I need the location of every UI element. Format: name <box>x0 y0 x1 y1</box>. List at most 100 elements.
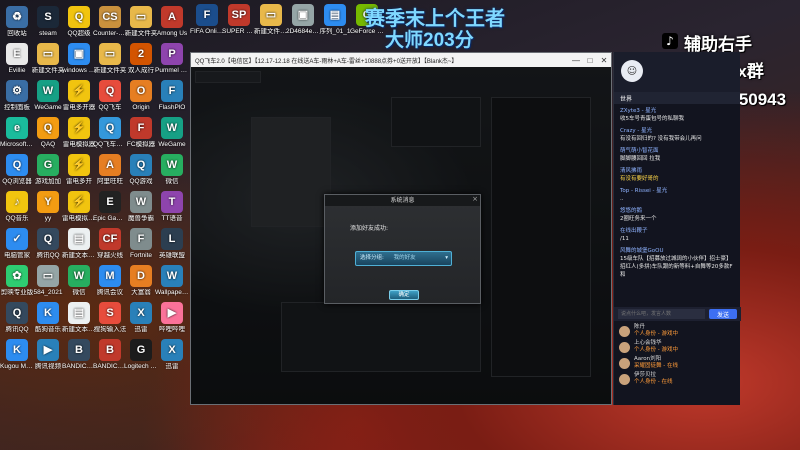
desktop-icon[interactable]: W 微信 <box>155 154 189 185</box>
desktop-icon[interactable]: Q QAQ <box>31 117 65 148</box>
viewer-row[interactable]: 伊莎贝拉 个人身份 - 在线 <box>614 371 741 387</box>
desktop-icon[interactable]: Q QQ浏览器 <box>0 154 34 185</box>
chat-username[interactable]: Top - Rissei - 星光 <box>620 187 734 195</box>
viewer-row[interactable]: 上心会钱华 个人身份 - 游戏中 <box>614 339 741 355</box>
desktop-icon[interactable]: K 酷狗音乐 <box>31 302 65 333</box>
desktop-icon[interactable]: ⚡ 雷电模拟器 <box>62 117 96 148</box>
desktop-icon[interactable]: Q QQ飞车 <box>93 80 127 111</box>
desktop-icon[interactable]: B BANDICAM <box>62 339 96 370</box>
close-button[interactable]: ✕ <box>597 53 611 67</box>
desktop-icon[interactable]: Q QQ超级 <box>62 6 96 37</box>
send-button[interactable]: 发送 <box>709 309 737 319</box>
desktop-icon[interactable]: ✿ 剪映专业版 <box>0 265 34 296</box>
group-select-label: 选择分组: <box>360 255 384 261</box>
group-select[interactable]: 选择分组: 我的好友 ▾ <box>355 251 452 266</box>
desktop-icon[interactable]: W 微信 <box>62 265 96 296</box>
minimize-button[interactable]: — <box>569 53 583 67</box>
desktop-icon[interactable]: A Among Us <box>155 6 189 37</box>
avatar[interactable]: ☺ <box>621 60 643 82</box>
desktop-icon[interactable]: ⚡ 雷电多开 <box>62 154 96 185</box>
app-icon: W <box>161 117 183 139</box>
desktop-icon[interactable]: 2 双人成行 <box>124 43 158 74</box>
desktop-icon[interactable]: F FC模拟器 <box>124 117 158 148</box>
desktop-icon[interactable]: Q 腾讯QQ <box>31 228 65 259</box>
desktop-icon[interactable]: M 腾讯会议 <box>93 265 127 296</box>
desktop-icon[interactable]: Q QQ飞车工具 <box>93 117 127 148</box>
desktop-icon[interactable]: B BANDICAM 4 <box>93 339 127 370</box>
group-select-value: 我的好友 <box>393 255 416 261</box>
desktop-icon[interactable]: Q QQ游戏 <box>124 154 158 185</box>
maximize-button[interactable]: □ <box>583 53 597 67</box>
app-icon: G <box>130 339 152 361</box>
desktop-icon-label: Counter-S Global Off... <box>93 30 127 37</box>
desktop-icon[interactable]: W Wallpaper Engine <box>155 265 189 296</box>
desktop-icon[interactable]: E Evillie <box>0 43 34 74</box>
chat-username[interactable]: 萌气萌小智花面 <box>620 147 734 155</box>
viewer-status: 个人身份 - 在线 <box>634 379 673 385</box>
desktop-icon[interactable]: D 大富翁 <box>124 265 158 296</box>
desktop-icon[interactable]: W 魔兽争霸 <box>124 191 158 222</box>
desktop-icon[interactable]: Ssteam <box>31 6 65 37</box>
chat-username[interactable]: 悠悠的鹅 <box>620 207 734 215</box>
desktop-icon-label: 腾讯QQ <box>5 326 29 333</box>
desktop-icon[interactable]: ♪ QQ音乐 <box>0 191 34 222</box>
desktop-icon-label: 大富翁 <box>131 289 151 296</box>
dialog-close-button[interactable]: × <box>472 195 478 203</box>
viewer-row[interactable]: Aaron刘阳 采耀固徒舞 - 在线 <box>614 355 741 371</box>
desktop-icon[interactable]: F Fortnite <box>124 228 158 259</box>
desktop-icon[interactable]: ⚙ 控制面板 <box>0 80 34 111</box>
desktop-icon-label: 搜狗输入法 <box>93 326 127 333</box>
desktop-icon[interactable]: G Logitech G HUB <box>124 339 158 370</box>
desktop-icon[interactable]: ▭ 新建文件夹 <box>93 43 127 74</box>
desktop-icon[interactable]: ▶ 哔哩哔哩 <box>155 302 189 333</box>
desktop-icon[interactable]: ▤ 新建文本文档 <box>62 228 96 259</box>
chat-username[interactable]: ZXyte3 - 星光 <box>620 107 734 115</box>
desktop-icon[interactable]: Yyy <box>31 191 65 222</box>
desktop-icon[interactable]: ▣ windows 照片查看器 <box>62 43 96 74</box>
desktop-icon[interactable]: E Epic Games Launcher <box>93 191 127 222</box>
chat-username[interactable]: 在线出鞭子 <box>620 227 734 235</box>
desktop-icon[interactable]: F FlashPlO <box>155 80 189 111</box>
desktop-icon[interactable]: A 阿里旺旺 <box>93 154 127 185</box>
desktop-icon[interactable]: L 英雄联盟 <box>155 228 189 259</box>
desktop-icon[interactable]: O Origin <box>124 80 158 111</box>
desktop-icon[interactable]: X 迅雷 <box>124 302 158 333</box>
desktop-icon[interactable]: ▤ 序列_01_1 <box>318 4 352 35</box>
desktop-icon[interactable]: ▭ 584_2021 <box>31 265 65 296</box>
app-icon: ▭ <box>37 265 59 287</box>
desktop-icon[interactable]: F FIFA Online4 <box>190 4 224 35</box>
desktop-icon[interactable]: e Microsoft Edge <box>0 117 34 148</box>
app-icon: ▶ <box>161 302 183 324</box>
desktop-icon[interactable]: G 游戏加加 <box>31 154 65 185</box>
desktop-icon[interactable]: ⚡ 雷电模拟器4 <box>62 191 96 222</box>
desktop-icon[interactable]: ▭ 新建文件夹 <box>31 43 65 74</box>
game-window-titlebar[interactable]: QQ飞车2.0【电信区】【12.17-12.18 在线送A车-雨林+A车-雷丝+… <box>191 53 611 67</box>
desktop-icon[interactable]: T TT语音 <box>155 191 189 222</box>
desktop-icon[interactable]: W WeGame <box>155 117 189 148</box>
desktop-icon[interactable]: ♻ 回收站 <box>0 6 34 37</box>
desktop-icon[interactable]: P Pummel Party <box>155 43 189 74</box>
desktop-icon[interactable]: ✓ 电脑管家 <box>0 228 34 259</box>
ok-button[interactable]: 确定 <box>389 290 419 300</box>
desktop-icon[interactable]: CF 穿越火线 <box>93 228 127 259</box>
desktop-icon[interactable]: ⚡ 雷电多开器 <box>62 80 96 111</box>
desktop-icon[interactable]: Q 腾讯QQ <box>0 302 34 333</box>
desktop-icon[interactable]: CS Counter-S Global Off... <box>93 6 127 37</box>
desktop-icon[interactable]: S 搜狗输入法 <box>93 302 127 333</box>
desktop-icon[interactable]: K Kugou Music <box>0 339 34 370</box>
chat-input[interactable] <box>618 309 705 319</box>
desktop-icon[interactable]: ▭ 新建文件夹 <box>124 6 158 37</box>
desktop-icon[interactable]: ▭ 新建文件夹(3) <box>254 4 288 35</box>
chat-username[interactable]: 清风拂雨 <box>620 167 734 175</box>
desktop-icon[interactable]: W WeGame <box>31 80 65 111</box>
desktop-icon[interactable]: SP SUPER PEOPLE CBT <box>222 4 256 35</box>
desktop-icon[interactable]: X 迅雷 <box>155 339 189 370</box>
desktop-icon[interactable]: ▶ 腾讯视频 <box>31 339 65 370</box>
desktop-icon[interactable]: ▤ 新建文本文档 <box>62 302 96 333</box>
desktop-icon[interactable]: ▣ 2D4684e1... <box>286 4 320 35</box>
chat-username[interactable]: Crazy - 星光 <box>620 127 734 135</box>
app-icon: E <box>6 43 28 65</box>
chat-username[interactable]: 风舞的城堡GoOU <box>620 247 734 255</box>
viewer-row[interactable]: 陈丹 个人身份 - 游戏中 <box>614 323 741 339</box>
tab-world[interactable]: 世界 <box>614 94 638 103</box>
